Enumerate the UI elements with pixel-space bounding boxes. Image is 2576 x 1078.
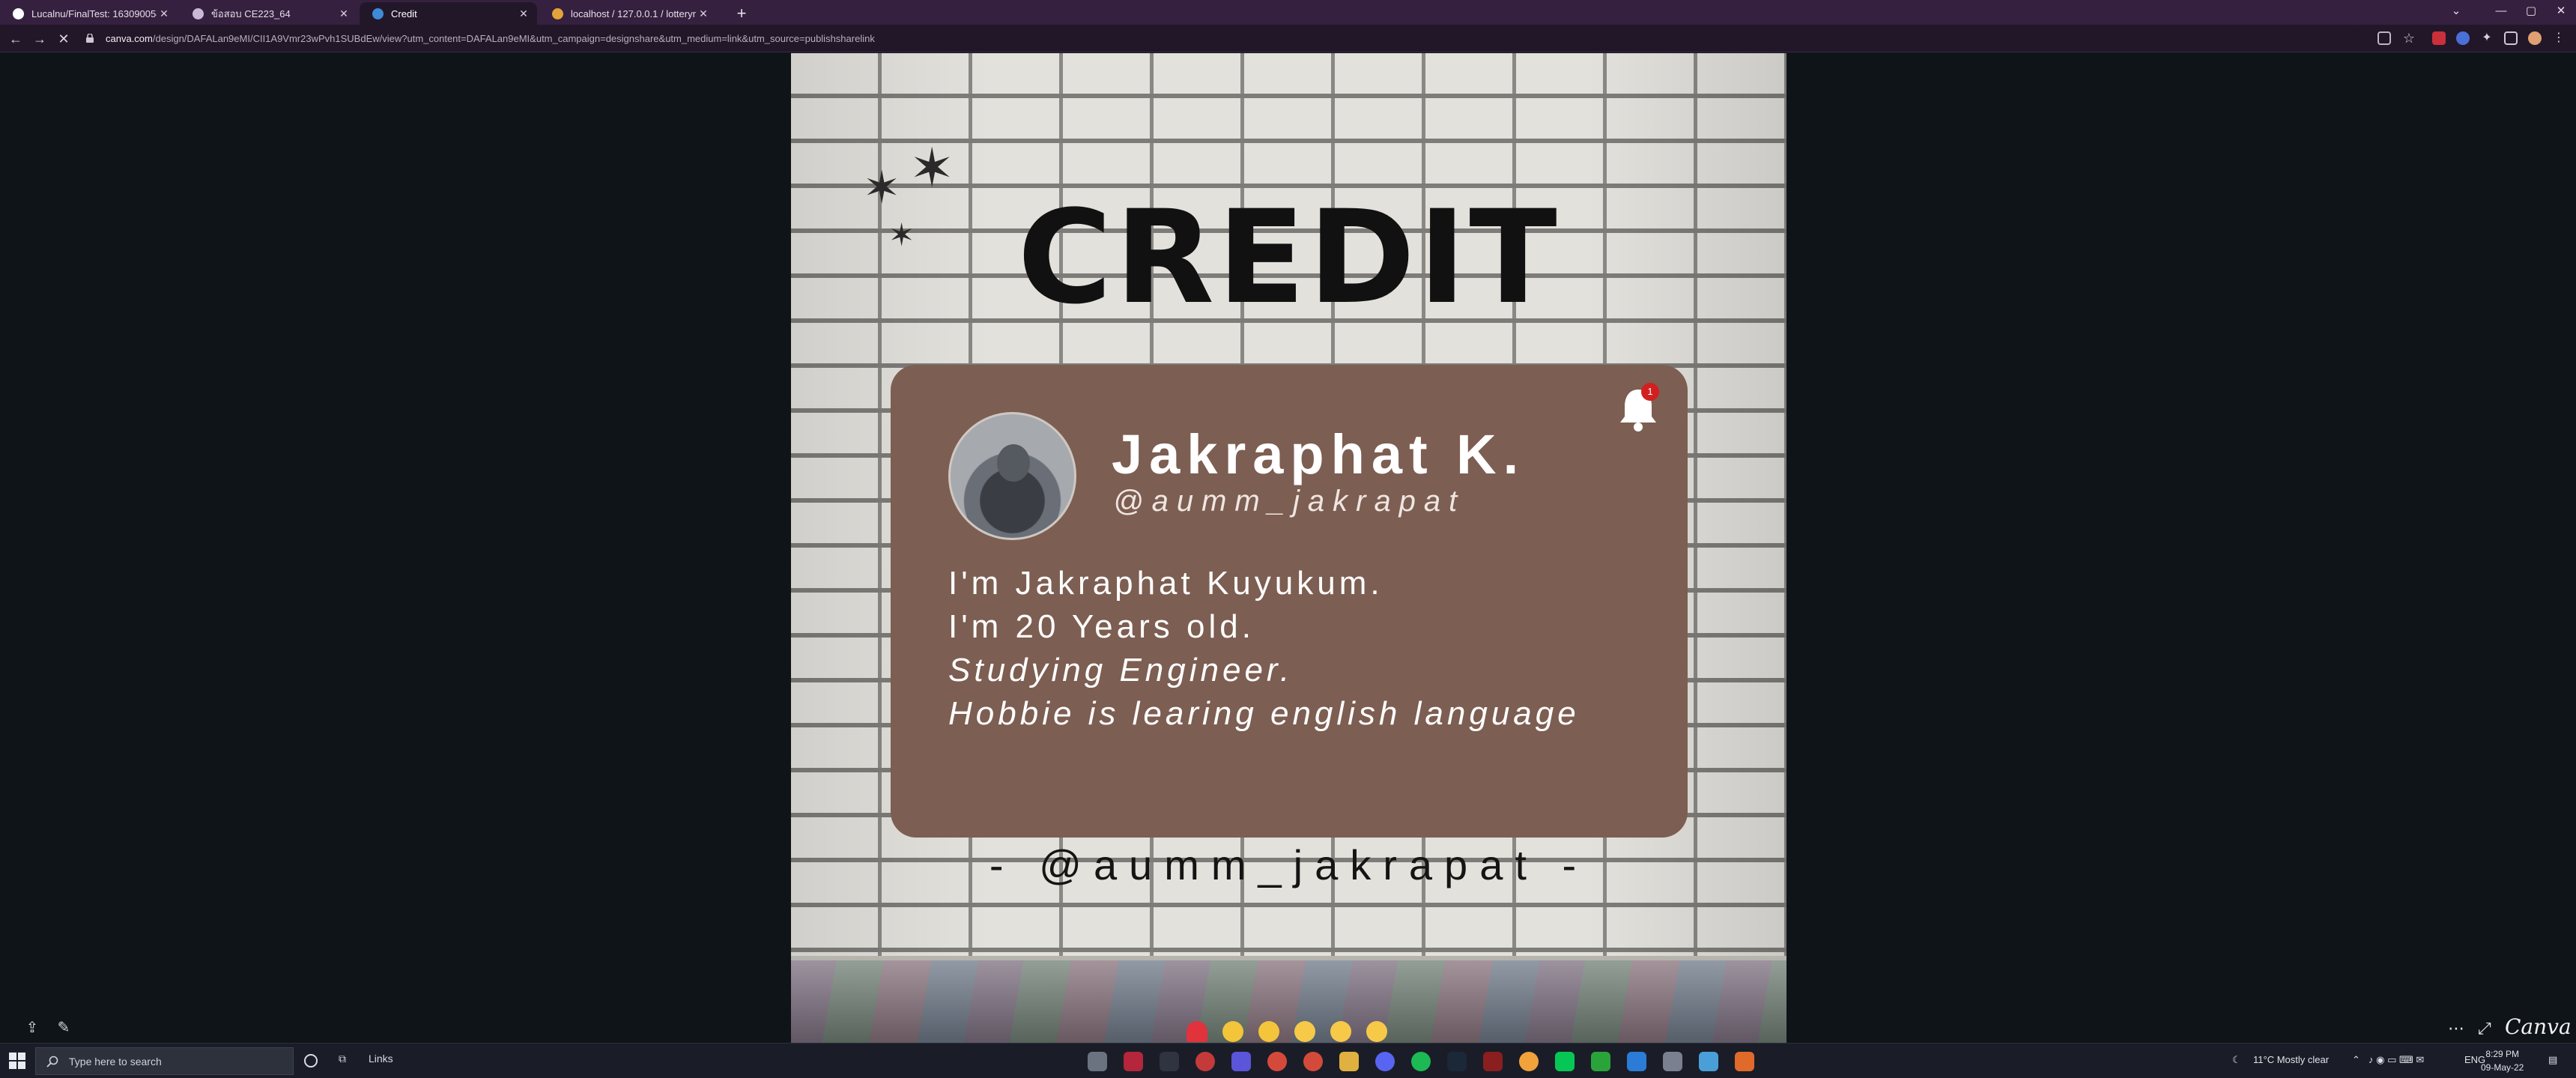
tab-phpmyadmin[interactable]: localhost / 127.0.0.1 / lotteryres ✕ — [539, 2, 717, 25]
exam-site-icon — [193, 7, 204, 19]
github-icon — [13, 7, 24, 19]
steam-icon[interactable] — [1447, 1052, 1467, 1071]
tab-label: ข้อสอบ CE223_64 — [211, 7, 291, 19]
tab-search-chevron-icon[interactable]: ⌄ — [2434, 0, 2478, 25]
windows-taskbar: Type here to search ⧉ Links ☾ 11°C Mostl… — [0, 1043, 2576, 1078]
design-canvas: ✶ ✶ ✶ CREDIT Jakraphat K. @aumm_jakrapat… — [791, 53, 1786, 1048]
tab-label: Lucalnu/FinalTest: 1630900544 — [31, 7, 157, 19]
notification-center-icon[interactable]: ▤ — [2548, 1054, 2557, 1066]
footer-handle: - @aumm_jakrapat - — [989, 841, 1589, 888]
profile-handle: @aumm_jakrapat — [1113, 485, 1466, 518]
new-tab-button[interactable]: + — [731, 3, 752, 24]
close-tab-icon[interactable]: ✕ — [336, 7, 351, 20]
heart-reaction-icon[interactable] — [1187, 1021, 1207, 1042]
app-icon[interactable] — [1591, 1052, 1610, 1071]
surprised-reaction-icon[interactable] — [1330, 1021, 1351, 1042]
thinking-reaction-icon[interactable] — [1366, 1021, 1387, 1042]
tab-credit[interactable]: Credit ✕ — [360, 2, 537, 25]
profile-name: Jakraphat K. — [1112, 423, 1526, 485]
close-tab-icon[interactable]: ✕ — [157, 7, 172, 20]
weather-text[interactable]: 11°C Mostly clear — [2253, 1054, 2329, 1065]
close-tab-icon[interactable]: ✕ — [696, 7, 711, 20]
search-placeholder: Type here to search — [69, 1055, 162, 1068]
tray-overflow-icon[interactable]: ⌃ — [2352, 1054, 2360, 1066]
tab-github[interactable]: Lucalnu/FinalTest: 1630900544 ✕ — [0, 2, 178, 25]
share-icon[interactable]: ⇪ — [21, 1018, 43, 1041]
side-panel-icon[interactable] — [2504, 31, 2518, 45]
canva-favicon-icon — [372, 7, 384, 19]
back-arrow-icon[interactable]: ← — [4, 28, 27, 49]
app-icon[interactable] — [1735, 1052, 1754, 1071]
taskbar-clock[interactable]: 8:29 PM 09-May-22 — [2481, 1047, 2524, 1074]
app-icon[interactable] — [1160, 1052, 1179, 1071]
credit-heading: CREDIT — [1017, 182, 1560, 333]
thumbs-up-reaction-icon[interactable] — [1222, 1021, 1243, 1042]
lock-icon — [86, 34, 94, 43]
tab-label: localhost / 127.0.0.1 / lotteryres — [571, 7, 696, 19]
laugh-reaction-icon[interactable] — [1294, 1021, 1315, 1042]
spotify-icon[interactable] — [1411, 1052, 1431, 1071]
tab-exam[interactable]: ข้อสอบ CE223_64 ✕ — [180, 2, 357, 25]
tab-label: Credit — [391, 7, 417, 19]
address-bar[interactable]: canva.com/design/DAFALan9eMI/CII1A9Vmr23… — [76, 28, 2360, 50]
vscode-icon[interactable] — [1627, 1052, 1646, 1071]
teams-icon[interactable] — [1231, 1052, 1251, 1071]
app-icon[interactable] — [1088, 1052, 1107, 1071]
task-view-icon[interactable]: ⧉ — [339, 1053, 346, 1065]
browser-tab-strip: Lucalnu/FinalTest: 1630900544 ✕ ข้อสอบ C… — [0, 0, 2576, 25]
bio-line: Studying Engineer. — [948, 652, 1294, 688]
browser-toolbar: ← → ✕ canva.com/design/DAFALan9eMI/CII1A… — [0, 25, 2576, 52]
app-icon[interactable] — [1519, 1052, 1539, 1071]
chrome-icon[interactable] — [1267, 1052, 1287, 1071]
links-toolbar-label[interactable]: Links — [369, 1053, 393, 1065]
notification-count-badge: 1 — [1641, 383, 1659, 401]
url-text: canva.com/design/DAFALan9eMI/CII1A9Vmr23… — [106, 33, 875, 44]
browser-menu-icon[interactable]: ⋮ — [2552, 31, 2566, 45]
photo-figure — [997, 444, 1030, 482]
edit-pencil-icon[interactable]: ✎ — [52, 1018, 75, 1041]
clock-date: 09-May-22 — [2481, 1062, 2524, 1073]
bio-line: I'm Jakraphat Kuyukum. — [948, 565, 1384, 602]
file-explorer-icon[interactable] — [1339, 1052, 1359, 1071]
bookmark-star-icon[interactable]: ☆ — [2402, 31, 2416, 45]
search-icon — [46, 1056, 58, 1068]
bio-line: Hobbie is learing english language — [948, 695, 1580, 732]
app-icon[interactable] — [1124, 1052, 1143, 1071]
stop-loading-icon[interactable]: ✕ — [52, 28, 75, 49]
profile-bio: I'm Jakraphat Kuyukum. I'm 20 Years old.… — [948, 562, 1580, 736]
app-icon[interactable] — [1483, 1052, 1503, 1071]
bio-line: I'm 20 Years old. — [948, 608, 1255, 645]
profile-avatar[interactable] — [2528, 31, 2542, 45]
extension-blue-icon[interactable] — [2456, 31, 2470, 45]
chrome-icon[interactable] — [1303, 1052, 1323, 1071]
line-icon[interactable] — [1555, 1052, 1575, 1071]
cortana-icon[interactable] — [304, 1054, 318, 1068]
taskbar-search-input[interactable]: Type here to search — [35, 1047, 294, 1075]
tray-icons[interactable]: ♪ ◉ ▭ ⌨ ✉ — [2369, 1054, 2424, 1066]
url-domain: canva.com — [106, 33, 153, 44]
app-icon[interactable] — [1699, 1052, 1718, 1071]
clap-reaction-icon[interactable] — [1258, 1021, 1279, 1042]
app-icon[interactable] — [1195, 1052, 1215, 1071]
canva-logo[interactable]: Canva — [2505, 1014, 2572, 1039]
extensions-puzzle-icon[interactable]: ✦ — [2480, 31, 2494, 45]
url-path: /design/DAFALan9eMI/CII1A9Vmr23wPvh1SUBd… — [152, 33, 875, 44]
extension-red-icon[interactable] — [2432, 31, 2446, 45]
windows-start-icon[interactable] — [9, 1053, 25, 1069]
forward-arrow-icon[interactable]: → — [28, 28, 51, 49]
page-viewport: ✶ ✶ ✶ CREDIT Jakraphat K. @aumm_jakrapat… — [0, 53, 2576, 1048]
profile-photo — [948, 412, 1076, 540]
clock-time: 8:29 PM — [2485, 1049, 2520, 1059]
share-page-icon[interactable] — [2378, 31, 2391, 45]
weather-icon[interactable]: ☾ — [2232, 1054, 2241, 1066]
close-window-button[interactable]: ✕ — [2539, 0, 2576, 25]
settings-icon[interactable] — [1663, 1052, 1682, 1071]
discord-icon[interactable] — [1375, 1052, 1395, 1071]
profile-card: Jakraphat K. @aumm_jakrapat I'm Jakrapha… — [891, 365, 1688, 838]
fullscreen-icon[interactable]: ⤢ — [2478, 1019, 2491, 1038]
close-tab-icon[interactable]: ✕ — [516, 7, 531, 20]
more-options-icon[interactable]: ⋯ — [2448, 1019, 2464, 1038]
phpmyadmin-icon — [552, 7, 563, 19]
